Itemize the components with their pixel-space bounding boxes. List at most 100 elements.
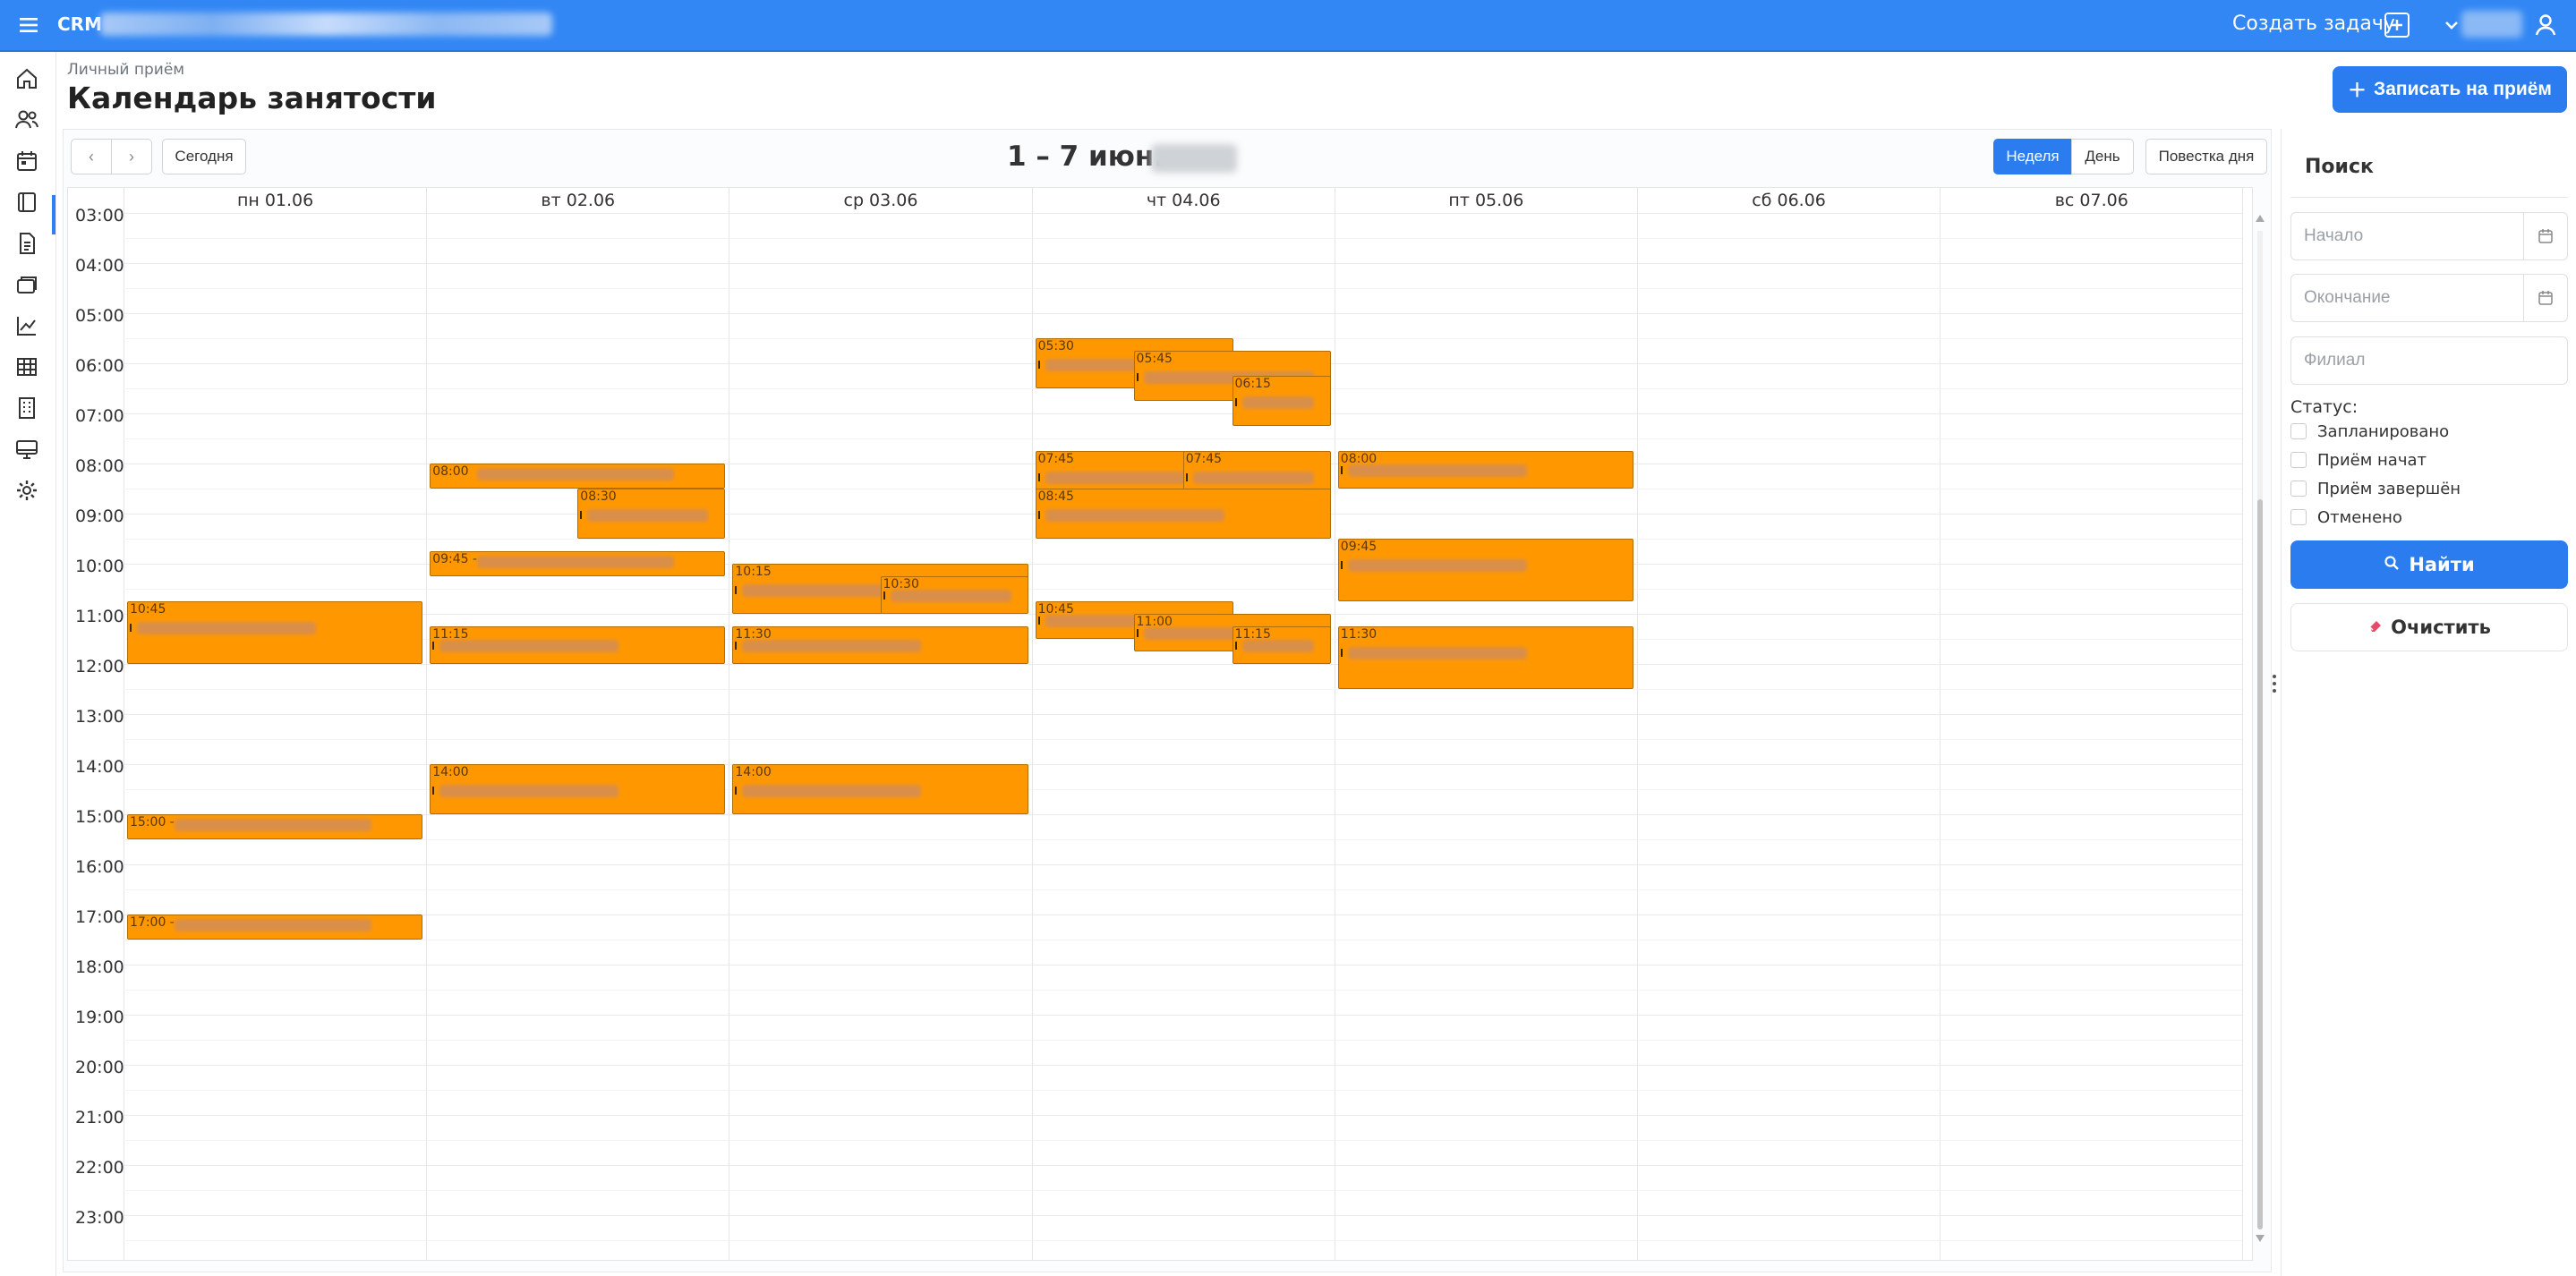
redacted-patient-name bbox=[587, 509, 709, 522]
appointment-event[interactable]: 09:45 bbox=[1337, 539, 1633, 601]
time-label: 23:00 bbox=[75, 1208, 124, 1228]
start-date-field[interactable] bbox=[2290, 212, 2568, 260]
event-time: 07:45 bbox=[1185, 452, 1223, 466]
checkbox-box[interactable] bbox=[2290, 509, 2307, 525]
status-started-checkbox[interactable]: Приём начат bbox=[2290, 449, 2427, 471]
hour-line bbox=[124, 313, 2243, 314]
appointment-event[interactable]: 08:45 bbox=[1035, 489, 1331, 539]
redacted-patient-name bbox=[1347, 464, 1527, 477]
appointment-event[interactable]: 10:45 bbox=[127, 601, 423, 664]
half-hour-line bbox=[124, 1090, 2243, 1091]
table-icon[interactable] bbox=[13, 353, 45, 385]
time-label: 15:00 bbox=[75, 807, 124, 827]
event-time: 09:45 - bbox=[432, 552, 478, 566]
checkbox-box[interactable] bbox=[2290, 452, 2307, 468]
today-button[interactable]: Сегодня bbox=[162, 139, 246, 174]
appointment-event[interactable]: 11:30 bbox=[732, 626, 1028, 664]
menu-icon[interactable] bbox=[16, 13, 41, 38]
redacted-patient-name bbox=[439, 785, 619, 797]
redacted-patient-name bbox=[1241, 640, 1314, 652]
appointment-event[interactable]: 10:30 bbox=[880, 576, 1028, 614]
appointment-event[interactable]: 09:45 - bbox=[430, 551, 726, 576]
home-icon[interactable] bbox=[13, 64, 45, 97]
view-week-button[interactable]: Неделя bbox=[1993, 139, 2072, 174]
appointment-event[interactable]: 08:00 bbox=[1337, 451, 1633, 489]
status-cancelled-checkbox[interactable]: Отменено bbox=[2290, 506, 2402, 528]
building-icon[interactable] bbox=[13, 394, 45, 426]
half-hour-line bbox=[124, 889, 2243, 890]
hour-line bbox=[124, 1115, 2243, 1116]
calendar-icon[interactable] bbox=[2523, 213, 2567, 259]
day-header: чт 04.06 bbox=[1031, 188, 1335, 213]
event-marker bbox=[1136, 373, 1139, 381]
half-hour-line bbox=[124, 1190, 2243, 1191]
status-finished-checkbox[interactable]: Приём завершён bbox=[2290, 478, 2461, 499]
next-week-button[interactable]: › bbox=[111, 139, 152, 174]
appointment-event[interactable]: 08:30 bbox=[577, 489, 726, 539]
start-date-input[interactable] bbox=[2291, 213, 2524, 259]
users-icon[interactable] bbox=[13, 106, 45, 138]
breadcrumb[interactable]: Личный приём bbox=[67, 61, 184, 79]
scroll-thumb[interactable] bbox=[2257, 499, 2263, 1229]
create-task-link[interactable]: Создать задачу bbox=[2232, 13, 2395, 35]
day-header: вт 02.06 bbox=[426, 188, 729, 213]
redacted-patient-name bbox=[1045, 509, 1224, 522]
monitor-icon[interactable] bbox=[13, 435, 45, 467]
prev-week-button[interactable]: ‹ bbox=[71, 139, 112, 174]
appointment-event[interactable]: 17:00 - bbox=[127, 914, 423, 940]
branch-input[interactable] bbox=[2291, 337, 2565, 384]
hour-line bbox=[124, 1215, 2243, 1216]
event-marker bbox=[130, 624, 132, 632]
time-label: 17:00 bbox=[75, 907, 124, 927]
checkbox-box[interactable] bbox=[2290, 481, 2307, 497]
appointment-event[interactable]: 11:30 bbox=[1337, 626, 1633, 689]
time-label: 03:00 bbox=[75, 206, 124, 225]
appointment-event[interactable]: 08:00 bbox=[430, 464, 726, 489]
checkbox-box[interactable] bbox=[2290, 423, 2307, 439]
gear-icon[interactable] bbox=[13, 476, 45, 508]
event-time: 15:00 - bbox=[130, 815, 175, 829]
scroll-down-icon[interactable] bbox=[2256, 1235, 2265, 1242]
documents-icon[interactable] bbox=[13, 229, 45, 261]
status-planned-checkbox[interactable]: Запланировано bbox=[2290, 421, 2449, 442]
event-marker bbox=[1037, 617, 1040, 625]
time-label: 11:00 bbox=[75, 607, 124, 626]
find-button[interactable]: Найти bbox=[2290, 540, 2568, 589]
clear-button[interactable]: Очистить bbox=[2290, 603, 2568, 651]
appointment-event[interactable]: 11:15 bbox=[430, 626, 726, 664]
hour-line bbox=[124, 263, 2243, 264]
appointment-event[interactable]: 06:15 bbox=[1232, 376, 1331, 426]
view-day-button[interactable]: День bbox=[2071, 139, 2134, 174]
status-option-label: Приём начат bbox=[2317, 450, 2427, 470]
event-marker bbox=[1185, 473, 1188, 481]
add-task-icon[interactable] bbox=[2384, 13, 2410, 38]
half-hour-line bbox=[124, 1040, 2243, 1041]
event-marker bbox=[735, 642, 738, 650]
appointment-event[interactable]: 14:00 bbox=[430, 764, 726, 814]
status-option-label: Отменено bbox=[2317, 507, 2402, 527]
end-date-input[interactable] bbox=[2291, 275, 2524, 321]
calendar-scrollbar[interactable] bbox=[2255, 215, 2265, 1244]
week-grid: пн 01.06 вт 02.06 ср 03.06 чт 04.06 пт 05.06… bbox=[67, 187, 2253, 1261]
book-appointment-label: Записать на приём bbox=[2374, 79, 2552, 99]
book-icon[interactable] bbox=[13, 188, 45, 220]
book-appointment-button[interactable]: ＋ Записать на приём bbox=[2333, 66, 2567, 113]
branch-field[interactable] bbox=[2290, 336, 2568, 385]
view-agenda-button[interactable]: Повестка дня bbox=[2145, 139, 2267, 174]
folders-icon[interactable] bbox=[13, 270, 45, 302]
calendar-icon[interactable] bbox=[13, 147, 45, 179]
scroll-up-icon[interactable] bbox=[2256, 215, 2265, 222]
brand-label[interactable]: CRM bbox=[57, 13, 102, 35]
hour-line bbox=[124, 965, 2243, 966]
panel-resize-handle[interactable] bbox=[2272, 671, 2277, 696]
event-time: 11:30 bbox=[1340, 627, 1378, 642]
appointment-event[interactable]: 14:00 bbox=[732, 764, 1028, 814]
hour-line bbox=[124, 413, 2243, 414]
calendar-icon[interactable] bbox=[2523, 275, 2567, 321]
appointment-event[interactable]: 15:00 - bbox=[127, 814, 423, 839]
end-date-field[interactable] bbox=[2290, 274, 2568, 322]
chart-icon[interactable] bbox=[13, 311, 45, 344]
user-icon[interactable] bbox=[2531, 11, 2560, 39]
appointment-event[interactable]: 11:15 bbox=[1232, 626, 1331, 664]
sidebar bbox=[0, 52, 56, 1276]
